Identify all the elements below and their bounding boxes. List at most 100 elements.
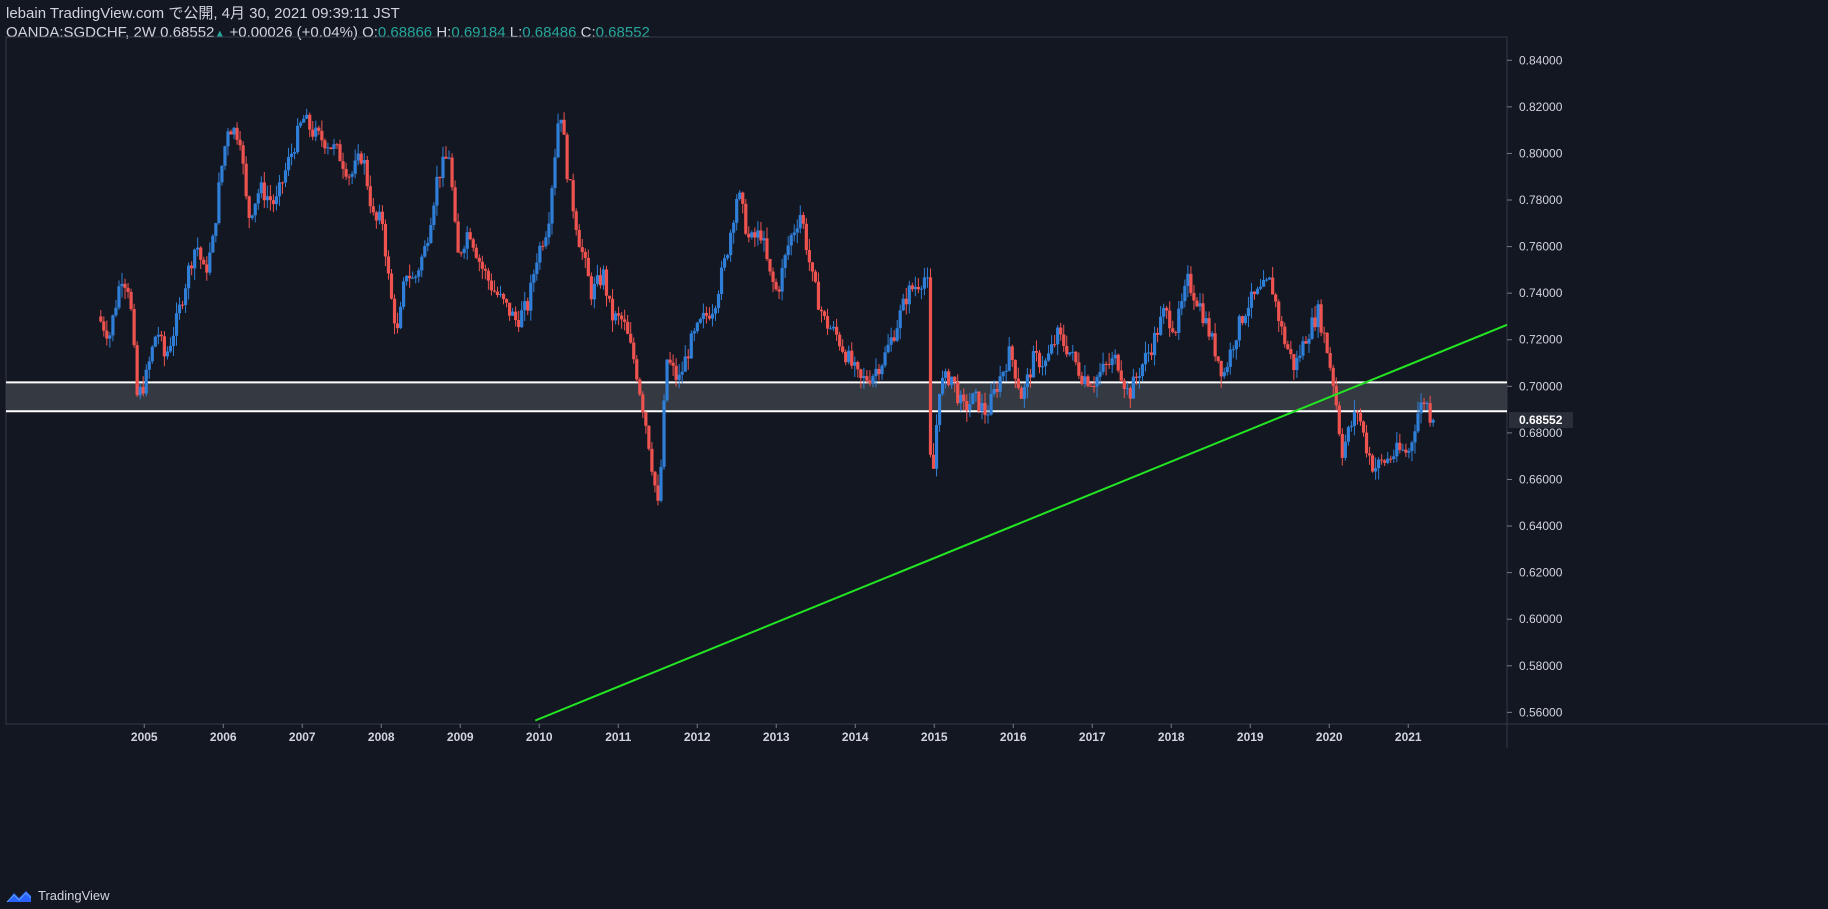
candle-body [411, 277, 415, 279]
candle-body [253, 203, 257, 216]
candle-body [302, 118, 306, 123]
price-tick-label: 0.62000 [1519, 566, 1563, 580]
candle-body [1022, 386, 1026, 399]
candle-body [1370, 455, 1375, 472]
zone-fill [6, 382, 1507, 412]
candle-body [1298, 355, 1302, 358]
candle-body [168, 345, 173, 352]
candle-body [671, 362, 675, 366]
price-tick-label: 0.60000 [1519, 612, 1563, 626]
candle-body [1046, 353, 1051, 361]
candle-body [526, 301, 530, 311]
candle-body [247, 196, 251, 218]
candle-body [420, 256, 424, 271]
candle-body [1401, 449, 1405, 451]
price-chart[interactable]: 0.84000 0.82000 0.80000 0.78000 0.76000 0.740… [0, 0, 1828, 909]
candle-body [1110, 358, 1114, 366]
candle-body [692, 331, 696, 334]
price-axis[interactable]: 0.84000 0.82000 0.80000 0.78000 0.76000 0.740… [1507, 53, 1573, 719]
candle-body [904, 298, 908, 305]
candle-body [850, 350, 854, 366]
candle-body [232, 127, 236, 135]
candle-body [922, 277, 927, 289]
candle-body [983, 402, 987, 415]
candle-body [1404, 449, 1408, 453]
candle-body [595, 275, 600, 284]
candle-body [701, 312, 705, 319]
candle-body [662, 400, 666, 467]
candle-body [901, 298, 905, 311]
candle-body [944, 371, 948, 378]
candle-body [368, 186, 372, 207]
candle-body [774, 281, 778, 290]
candle-body [735, 198, 739, 223]
candle-body [180, 304, 185, 306]
candle-body [123, 283, 127, 288]
time-tick-label: 2007 [289, 730, 316, 744]
candle-body [1010, 346, 1014, 360]
time-tick-label: 2019 [1237, 730, 1264, 744]
candle-body [1255, 288, 1260, 295]
candle-body [844, 351, 848, 363]
candle-body [907, 285, 911, 305]
candle-body [1313, 317, 1317, 328]
candle-body [934, 425, 939, 469]
candle-body [1080, 375, 1084, 384]
candle-body [120, 283, 124, 287]
candle-body [856, 362, 860, 370]
candle-body [350, 173, 354, 177]
footer-brand-text: TradingView [38, 888, 110, 903]
plot-border [5, 36, 1508, 725]
candle-body [486, 270, 490, 281]
candle-body [838, 334, 842, 347]
candle-body [738, 192, 742, 199]
candle-body [1280, 321, 1284, 327]
candle-body [1249, 291, 1254, 308]
candle-body [1307, 338, 1311, 344]
time-tick-label: 2014 [842, 730, 869, 744]
candle-body [244, 163, 248, 197]
candle-body [541, 245, 545, 247]
candle-body [1050, 344, 1054, 354]
candle-body [153, 336, 157, 347]
candle-body [825, 316, 830, 329]
candle-body [768, 259, 772, 272]
support-zone[interactable] [6, 381, 1507, 413]
candle-body [1025, 374, 1029, 387]
candle-body [1392, 456, 1396, 460]
candle-body [1152, 332, 1157, 356]
candle-body [498, 293, 503, 296]
time-axis[interactable]: 2005 2006 2007 2008 2009 2010 2011 2012 2013 2014… [131, 724, 1422, 744]
candle-body [432, 205, 436, 225]
candle-body [1361, 421, 1366, 433]
candle-body [956, 382, 960, 404]
candle-body [1295, 357, 1299, 371]
candle-body [613, 313, 618, 321]
candle-body [762, 238, 766, 241]
candle-body [250, 215, 254, 218]
candle-body [1074, 351, 1078, 363]
candle-body [1134, 376, 1138, 378]
candle-body [950, 376, 954, 385]
candle-body [1283, 326, 1287, 345]
candle-body [732, 222, 736, 233]
candle-body [895, 328, 899, 341]
candle-body [680, 371, 684, 375]
candle-body [517, 320, 521, 328]
candle-body [1037, 352, 1042, 368]
candle-body [1252, 291, 1257, 295]
candle-body [1119, 370, 1123, 381]
candle-body [1286, 344, 1290, 350]
candle-body [456, 221, 460, 253]
candle-body [317, 127, 321, 131]
candle-body [514, 311, 518, 321]
candle-body [941, 377, 945, 394]
candle-body [607, 295, 612, 299]
candle-body [389, 273, 394, 299]
candle-body [504, 299, 509, 303]
candle-body [1277, 301, 1281, 322]
candle-body [925, 277, 930, 279]
candle-body [477, 257, 481, 262]
candle-body [495, 291, 500, 296]
candle-body [1095, 376, 1099, 387]
